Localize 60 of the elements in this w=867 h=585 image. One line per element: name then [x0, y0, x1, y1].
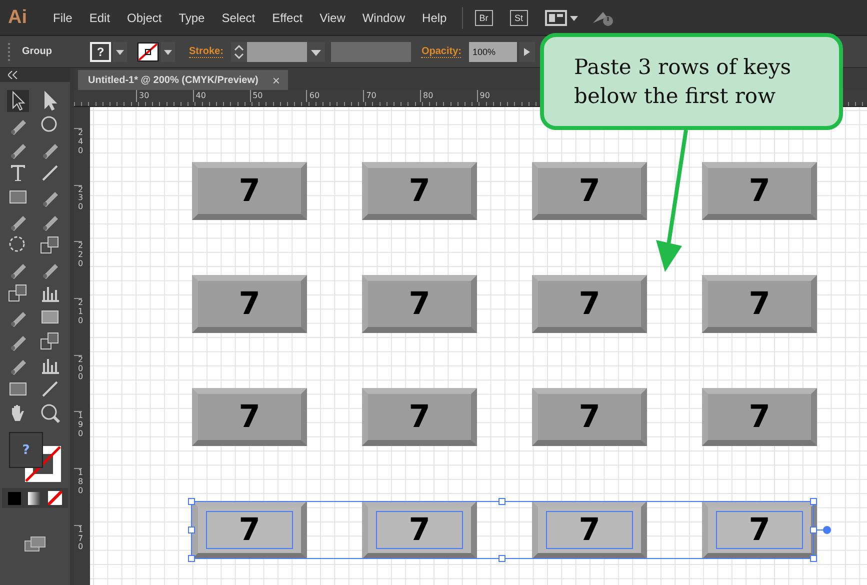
menu-item[interactable]: Object [119, 10, 171, 24]
key-label: 7 [748, 173, 770, 209]
key-label: 7 [578, 173, 600, 209]
key-label: 7 [238, 512, 260, 548]
scale-icon[interactable] [39, 234, 61, 256]
key-label: 7 [748, 286, 770, 322]
fill-swatch[interactable]: ? [9, 432, 43, 468]
menu-item[interactable]: Effect [264, 10, 312, 24]
key-label: 7 [238, 173, 260, 209]
selection-bounding-box[interactable] [188, 498, 831, 562]
gradient-mode-icon[interactable] [28, 492, 41, 504]
callout-text: Paste 3 rows of keys below the first row [574, 54, 792, 110]
opacity-label[interactable]: Opacity: [421, 46, 462, 58]
menu-item[interactable]: Help [414, 10, 456, 24]
ruler-label: 220 [74, 241, 82, 298]
stepper-icon[interactable] [231, 42, 248, 62]
menu-item[interactable]: Edit [81, 10, 120, 24]
ruler-label: 240 [74, 128, 82, 185]
stroke-swatch-icon[interactable] [25, 446, 61, 482]
app-logo: Ai [8, 6, 27, 28]
key-label: 7 [578, 286, 600, 322]
key-label: 7 [408, 173, 430, 209]
color-mode-icon[interactable] [8, 492, 21, 504]
zoom-icon[interactable] [39, 402, 61, 424]
key-label: 7 [238, 399, 260, 435]
menu-item[interactable]: File [45, 10, 82, 24]
key-label: 7 [748, 399, 770, 435]
key-label: 7 [408, 512, 430, 548]
ruler-label: 210 [74, 298, 82, 355]
key-label: 7 [408, 399, 430, 435]
stroke-swatch-icon[interactable] [137, 42, 159, 62]
collapse-icon[interactable] [8, 71, 18, 79]
menu-item[interactable]: Select [214, 10, 264, 24]
key-label: 7 [578, 512, 600, 548]
menu-item[interactable]: Window [354, 10, 414, 24]
opacity-field[interactable]: 100% [469, 42, 518, 62]
workspace-layout-icon[interactable] [544, 10, 579, 26]
fill-swatch[interactable]: ? [90, 42, 111, 62]
app-button[interactable]: Br [474, 10, 493, 26]
key-label: 7 [238, 286, 260, 322]
none-mode-icon[interactable] [48, 491, 62, 505]
ruler-label: 180 [74, 468, 82, 525]
app-button[interactable]: St [510, 10, 528, 26]
key-label: 7 [748, 512, 770, 548]
ruler-label: 190 [74, 411, 82, 468]
key-label: 7 [578, 399, 600, 435]
menu-item[interactable]: Type [170, 10, 214, 24]
menu-item[interactable]: View [312, 10, 354, 24]
document-tab[interactable]: Untitled-1* @ 200% (CMYK/Preview) × [78, 70, 288, 90]
ruler-label: 230 [74, 184, 82, 242]
ruler-label: 170 [74, 524, 82, 582]
close-tab-button[interactable]: × [272, 72, 280, 88]
key-label: 7 [408, 286, 430, 322]
document-title: Untitled-1* @ 200% (CMYK/Preview) [88, 74, 258, 86]
screen-mode-icon[interactable] [24, 536, 46, 552]
selection-type-label: Group [22, 46, 53, 57]
stroke-label[interactable]: Stroke: [189, 46, 224, 58]
ruler-label: 50 [250, 90, 306, 102]
stroke-weight-field[interactable] [247, 42, 308, 62]
ruler-label: 200 [74, 354, 82, 412]
